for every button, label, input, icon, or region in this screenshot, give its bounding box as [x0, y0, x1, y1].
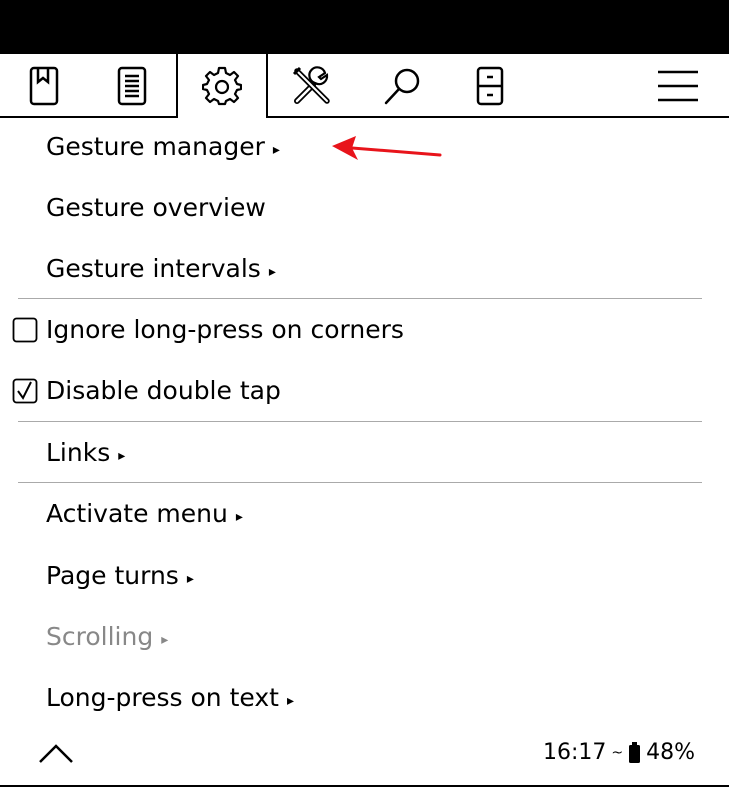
document-list-icon [117, 66, 147, 106]
menu-item-gesture-intervals[interactable]: Gesture intervals ▸ [0, 238, 729, 299]
gear-icon [202, 66, 242, 106]
red-arrow-annotation [332, 136, 442, 160]
tab-main-menu[interactable] [650, 54, 706, 118]
menu-item-label: Gesture overview [46, 193, 266, 222]
menu-item-label: Activate menu [46, 499, 228, 528]
tab-tools[interactable] [288, 54, 336, 118]
battery-icon [629, 741, 641, 763]
tab-document[interactable] [108, 54, 156, 118]
tab-bar [0, 54, 729, 118]
tools-icon [292, 66, 330, 104]
menu-item-label: Scrolling [46, 622, 154, 651]
footer-baseline [0, 785, 729, 787]
tab-search[interactable] [378, 54, 426, 118]
file-cabinet-icon [476, 66, 504, 106]
chevron-up-icon[interactable] [38, 742, 74, 764]
submenu-arrow-icon: ▸ [272, 142, 280, 158]
menu-item-links[interactable]: Links ▸ [0, 422, 729, 483]
submenu-arrow-icon: ▸ [161, 632, 169, 648]
menu-item-label: Ignore long-press on corners [46, 315, 404, 344]
submenu-arrow-icon: ▸ [118, 448, 126, 464]
menu-item-gesture-overview[interactable]: Gesture overview [0, 177, 729, 238]
menu-item-label: Gesture manager [46, 132, 265, 161]
menu-item-label: Disable double tap [46, 376, 281, 405]
checkbox-unchecked-icon[interactable] [12, 317, 38, 343]
clock-time: 16:17 [542, 740, 607, 765]
submenu-arrow-icon: ▸ [286, 693, 294, 709]
menu-item-label: Gesture intervals [46, 254, 261, 283]
menu-item-disable-double-tap[interactable]: Disable double tap [0, 360, 729, 421]
search-icon [384, 68, 420, 105]
submenu-arrow-icon: ▸ [186, 571, 194, 587]
hamburger-menu-icon [658, 70, 698, 102]
menu-item-page-turns[interactable]: Page turns ▸ [0, 545, 729, 606]
menu-item-label: Links [46, 438, 111, 467]
menu-item-scrolling: Scrolling ▸ [0, 606, 729, 667]
menu-item-activate-menu[interactable]: Activate menu ▸ [0, 483, 729, 544]
footer-bar: 16:17 ~ 48% [0, 726, 729, 787]
top-black-bar [0, 0, 729, 54]
tab-reader-bookmark[interactable] [20, 54, 68, 118]
menu-item-long-press-on-text[interactable]: Long-press on text ▸ [0, 667, 729, 728]
submenu-arrow-icon: ▸ [235, 509, 243, 525]
battery-level: 48% [646, 740, 695, 765]
checkbox-checked-icon[interactable] [12, 378, 38, 404]
submenu-arrow-icon: ▸ [268, 264, 276, 280]
tab-filemanager[interactable] [466, 54, 514, 118]
menu-item-ignore-long-press[interactable]: Ignore long-press on corners [0, 299, 729, 360]
status-area: 16:17 ~ 48% [543, 740, 695, 765]
menu-item-label: Long-press on text [46, 683, 279, 712]
menu-item-label: Page turns [46, 561, 179, 590]
tab-settings[interactable] [176, 54, 268, 118]
wifi-icon: ~ [611, 744, 624, 761]
bookmark-book-icon [29, 66, 59, 106]
